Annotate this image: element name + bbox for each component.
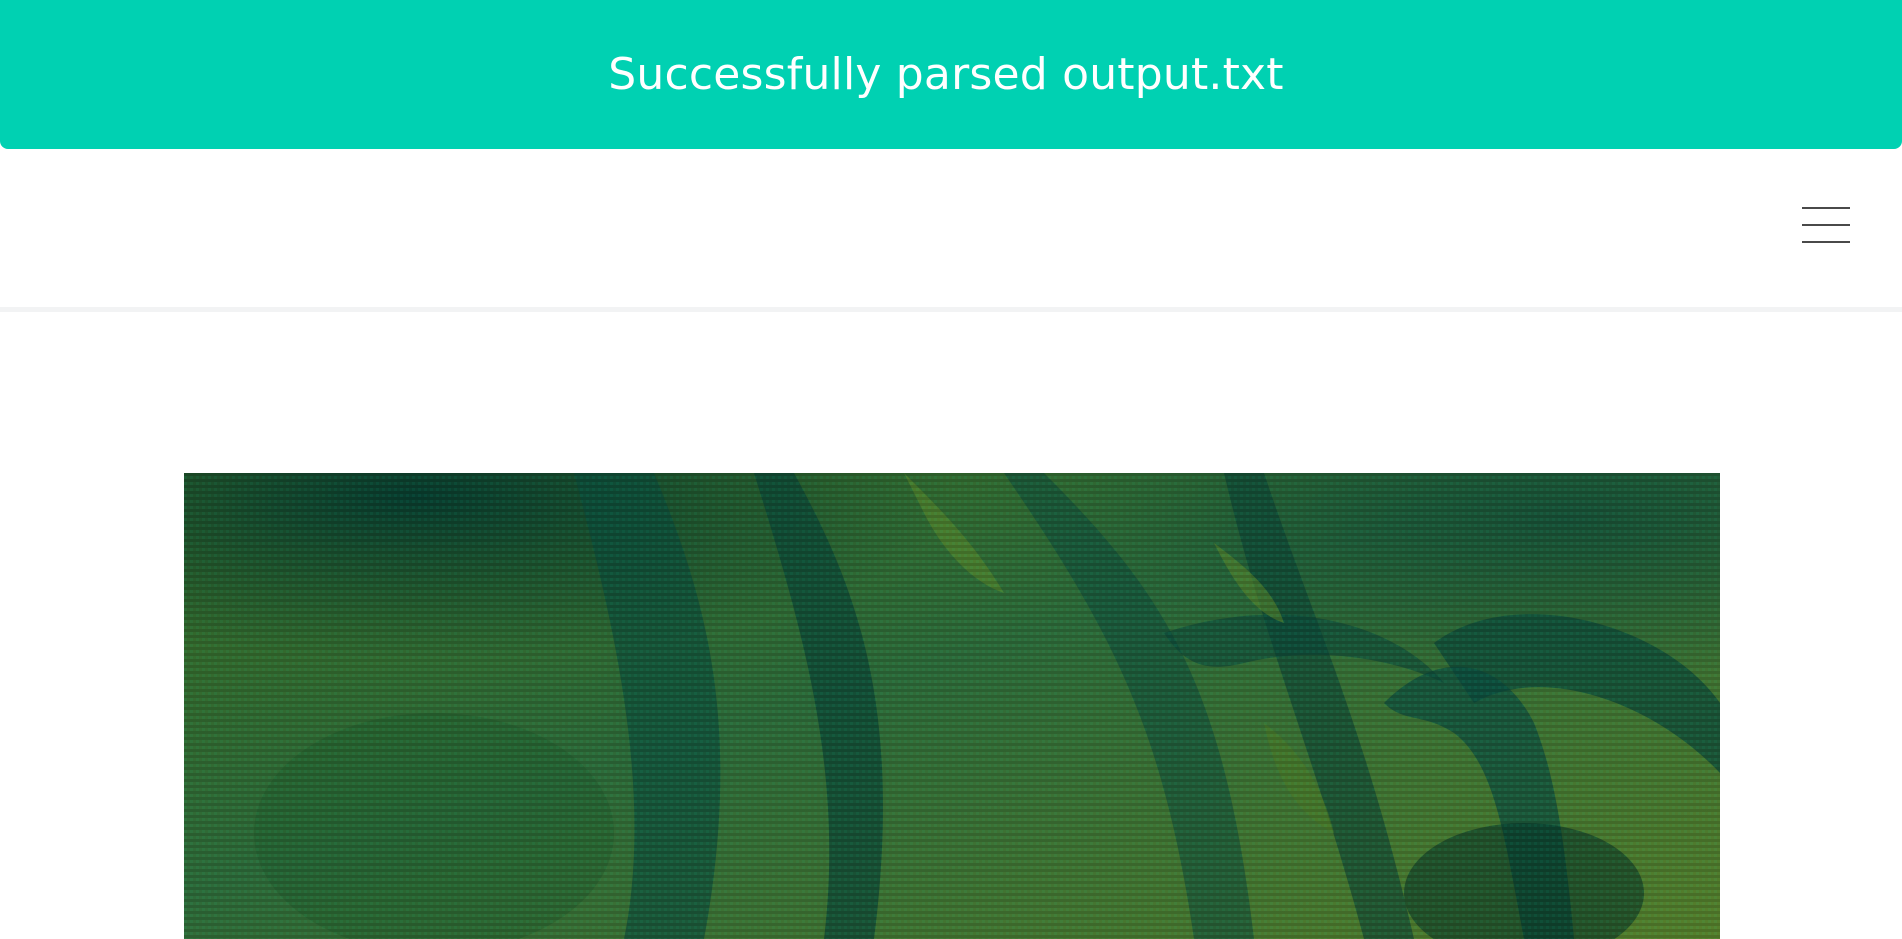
notification-message: Successfully parsed output.txt bbox=[608, 49, 1284, 100]
page: Successfully parsed output.txt bbox=[0, 0, 1902, 939]
output-image bbox=[184, 473, 1720, 939]
navbar bbox=[0, 149, 1902, 312]
hamburger-icon bbox=[1802, 207, 1850, 209]
image-preview bbox=[184, 473, 1720, 939]
success-notification: Successfully parsed output.txt bbox=[0, 0, 1902, 149]
hamburger-icon-line bbox=[1802, 241, 1850, 243]
hamburger-icon-line bbox=[1802, 224, 1850, 226]
hamburger-menu-button[interactable] bbox=[1802, 207, 1850, 243]
